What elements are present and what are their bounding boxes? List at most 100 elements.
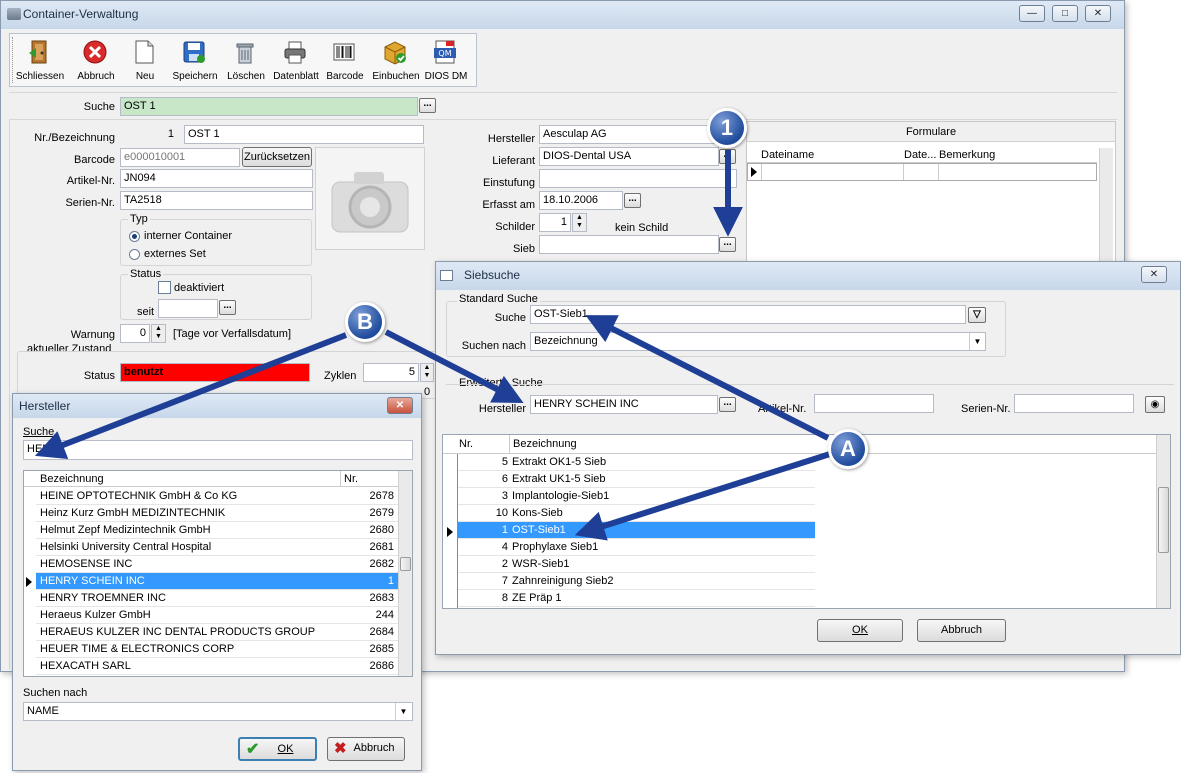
schilder-spinner[interactable]: ▲ ▼ bbox=[572, 213, 587, 232]
erfasst-am-date-button[interactable]: ... bbox=[624, 193, 641, 208]
artikel-nr-field[interactable]: JN094 bbox=[120, 169, 313, 188]
dios-dm-button[interactable]: QM DIOS DM bbox=[421, 37, 471, 85]
table-row[interactable]: HERAEUS KULZER INC DENTAL PRODUCTS GROUP… bbox=[36, 624, 398, 641]
externes-set-radio[interactable] bbox=[129, 249, 140, 260]
app-icon bbox=[7, 8, 21, 20]
lieferant-browse-button[interactable]: ... bbox=[719, 149, 736, 164]
formulare-scrollbar[interactable] bbox=[1099, 148, 1113, 266]
table-row[interactable]: 6 Extrakt UK1-5 Sieb bbox=[458, 471, 815, 488]
hersteller-abbruch-button[interactable]: ✖ Abbruch bbox=[327, 737, 405, 761]
table-row[interactable]: HEXACATH SARL 2686 bbox=[36, 658, 398, 675]
suche-field[interactable]: OST 1 bbox=[120, 97, 418, 116]
suche-browse-button[interactable]: ... bbox=[419, 98, 436, 113]
siebsuche-hersteller-browse-button[interactable]: ... bbox=[719, 397, 736, 412]
table-row[interactable]: HENRY TROEMNER INC 2683 bbox=[36, 590, 398, 607]
hersteller-titlebar[interactable]: Hersteller ✕ bbox=[13, 394, 421, 418]
siebsuche-artikel-field[interactable] bbox=[814, 394, 934, 413]
col-bemerkung[interactable]: Bemerkung bbox=[939, 149, 995, 161]
interner-container-radio[interactable] bbox=[129, 231, 140, 242]
table-row-selected[interactable]: 1 OST-Sieb1 bbox=[458, 522, 815, 539]
warnung-spinner[interactable]: ▲ ▼ bbox=[151, 324, 166, 343]
table-row[interactable]: Heinz Kurz GmbH MEDIZINTECHNIK 2679 bbox=[36, 505, 398, 522]
lieferant-field[interactable]: DIOS-Dental USA bbox=[539, 147, 719, 166]
bezeichnung-field[interactable]: OST 1 bbox=[184, 125, 424, 144]
warnung-field[interactable]: 0 bbox=[120, 324, 150, 343]
col-datum[interactable]: Date... bbox=[904, 149, 936, 161]
table-row[interactable]: HEUER TIME & ELECTRONICS CORP 2685 bbox=[36, 641, 398, 658]
siebsuche-serien-field[interactable] bbox=[1014, 394, 1134, 413]
scroll-thumb[interactable] bbox=[400, 557, 411, 571]
hersteller-grid-scrollbar[interactable] bbox=[398, 471, 412, 676]
hersteller-close-icon[interactable]: ✕ bbox=[387, 397, 413, 414]
siebsuche-titlebar[interactable]: Siebsuche ✕ bbox=[436, 262, 1180, 290]
interner-container-label: interner Container bbox=[144, 230, 233, 242]
table-row[interactable]: Helsinki University Central Hospital 2681 bbox=[36, 539, 398, 556]
sieb-browse-button[interactable]: ... bbox=[719, 237, 736, 252]
filter-icon[interactable]: ▽ bbox=[968, 307, 986, 323]
table-row[interactable]: HEINE OPTOTECHNIK GmbH & Co KG 2678 bbox=[36, 488, 398, 505]
col-dateiname[interactable]: Dateiname bbox=[761, 149, 814, 161]
sieb-col-bezeichnung[interactable]: Bezeichnung bbox=[513, 438, 577, 450]
einbuchen-button[interactable]: Einbuchen bbox=[371, 37, 421, 85]
maximize-icon[interactable]: □ bbox=[1052, 5, 1078, 22]
standard-suche-label: Standard Suche bbox=[457, 293, 540, 305]
seit-date-button[interactable]: ... bbox=[219, 300, 236, 315]
serien-nr-field[interactable]: TA2518 bbox=[120, 191, 313, 210]
barcode-button[interactable]: Barcode bbox=[320, 37, 370, 85]
table-row[interactable]: 5 Extrakt OK1-5 Sieb bbox=[458, 454, 815, 471]
camera-photo-placeholder[interactable] bbox=[315, 147, 425, 250]
zyklen-field[interactable]: 5 bbox=[363, 363, 419, 382]
siebsuche-close-icon[interactable]: ✕ bbox=[1141, 266, 1167, 283]
scroll-thumb[interactable] bbox=[1158, 487, 1169, 553]
siebsuche-abbruch-button[interactable]: Abbruch bbox=[917, 619, 1006, 642]
warnung-label: Warnung bbox=[70, 329, 115, 341]
hersteller-field[interactable]: Aesculap AG bbox=[539, 125, 719, 144]
zyklen-spinner[interactable]: ▲ ▼ bbox=[420, 363, 434, 382]
barcode-field[interactable]: e000010001 bbox=[120, 148, 240, 167]
table-row-selected[interactable]: HENRY SCHEIN INC 1 bbox=[36, 573, 398, 590]
formulare-new-row[interactable] bbox=[747, 163, 1097, 181]
table-row[interactable]: 10 Kons-Sieb bbox=[458, 505, 815, 522]
abbruch-button[interactable]: Abbruch bbox=[71, 37, 121, 85]
seit-field[interactable] bbox=[158, 299, 218, 318]
table-row[interactable]: 8 ZE Präp 1 bbox=[458, 590, 815, 607]
schilder-field[interactable]: 1 bbox=[539, 213, 571, 232]
table-row[interactable]: 7 Zahnreinigung Sieb2 bbox=[458, 573, 815, 590]
sieb-col-nr[interactable]: Nr. bbox=[459, 438, 473, 450]
hersteller-suchen-nach-select[interactable]: NAME bbox=[23, 702, 413, 721]
minimize-icon[interactable]: — bbox=[1019, 5, 1045, 22]
siebsuche-hersteller-field[interactable]: HENRY SCHEIN INC bbox=[530, 395, 718, 414]
hersteller-col-nr[interactable]: Nr. bbox=[344, 473, 358, 485]
neu-button[interactable]: Neu bbox=[120, 37, 170, 85]
main-titlebar[interactable]: Container-Verwaltung — □ ✕ bbox=[1, 1, 1124, 29]
sieb-grid-scrollbar[interactable] bbox=[1156, 435, 1170, 608]
table-row[interactable]: Helmut Zepf Medizintechnik GmbH 2680 bbox=[36, 522, 398, 539]
einstufung-field[interactable] bbox=[539, 169, 737, 188]
siebsuche-suche-field[interactable]: OST-Sieb1 bbox=[530, 305, 966, 324]
chevron-down-icon[interactable]: ▼ bbox=[395, 703, 411, 720]
table-row[interactable]: 3 Implantologie-Sieb1 bbox=[458, 488, 815, 505]
table-row[interactable]: HEMOSENSE INC 2682 bbox=[36, 556, 398, 573]
chevron-down-icon[interactable]: ▼ bbox=[969, 333, 985, 350]
table-row[interactable]: 4 Prophylaxe Sieb1 bbox=[458, 539, 815, 556]
nr-field[interactable]: 1 bbox=[120, 125, 178, 144]
siebsuche-suchen-nach-select[interactable]: Bezeichnung bbox=[530, 332, 986, 351]
eye-icon[interactable]: ◉ bbox=[1145, 396, 1165, 413]
siebsuche-ok-button[interactable]: OK bbox=[817, 619, 903, 642]
speichern-button[interactable]: Speichern bbox=[170, 37, 220, 85]
deaktiviert-checkbox[interactable] bbox=[158, 281, 171, 294]
hersteller-suche-field[interactable]: HEN bbox=[23, 440, 413, 460]
close-icon[interactable]: ✕ bbox=[1085, 5, 1111, 22]
schliessen-button[interactable]: Schliessen bbox=[15, 37, 65, 85]
erfasst-am-field[interactable]: 18.10.2006 bbox=[539, 191, 623, 210]
row-pointer-icon bbox=[751, 167, 757, 177]
main-window-title: Container-Verwaltung bbox=[23, 7, 139, 21]
datenblatt-button[interactable]: Datenblatt bbox=[271, 37, 321, 85]
zuruecksetzen-button[interactable]: Zurücksetzen bbox=[242, 147, 312, 167]
hersteller-col-bezeichnung[interactable]: Bezeichnung bbox=[40, 473, 104, 485]
sieb-field[interactable] bbox=[539, 235, 719, 254]
hersteller-ok-button[interactable]: ✔ OK bbox=[238, 737, 317, 761]
table-row[interactable]: Heraeus Kulzer GmbH 244 bbox=[36, 607, 398, 624]
table-row[interactable]: 2 WSR-Sieb1 bbox=[458, 556, 815, 573]
loeschen-button[interactable]: Löschen bbox=[221, 37, 271, 85]
